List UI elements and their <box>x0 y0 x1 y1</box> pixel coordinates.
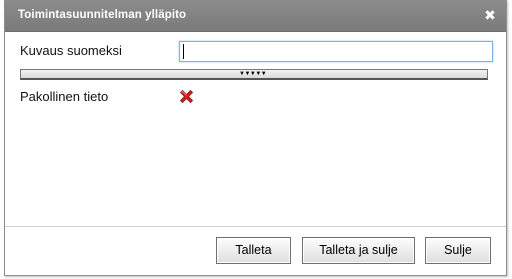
save-button[interactable]: Talleta <box>216 237 291 264</box>
expand-bar[interactable]: ▼▼▼▼▼ <box>20 69 488 80</box>
red-x-icon <box>179 89 194 104</box>
description-input[interactable] <box>179 41 493 62</box>
maintenance-dialog: Toimintasuunnitelman ylläpito ✖ Kuvaus s… <box>4 0 507 276</box>
footer-separator <box>5 226 506 227</box>
description-label: Kuvaus suomeksi <box>20 43 122 58</box>
required-label: Pakollinen tieto <box>20 89 109 104</box>
expand-arrows-icon: ▼▼▼▼▼ <box>239 71 267 77</box>
dialog-title: Toimintasuunnitelman ylläpito <box>18 9 187 21</box>
close-icon[interactable]: ✖ <box>483 7 497 23</box>
save-and-close-button[interactable]: Talleta ja sulje <box>302 237 415 264</box>
close-button[interactable]: Sulje <box>425 237 491 264</box>
text-caret <box>183 44 184 59</box>
dialog-titlebar[interactable]: Toimintasuunnitelman ylläpito ✖ <box>5 0 506 32</box>
